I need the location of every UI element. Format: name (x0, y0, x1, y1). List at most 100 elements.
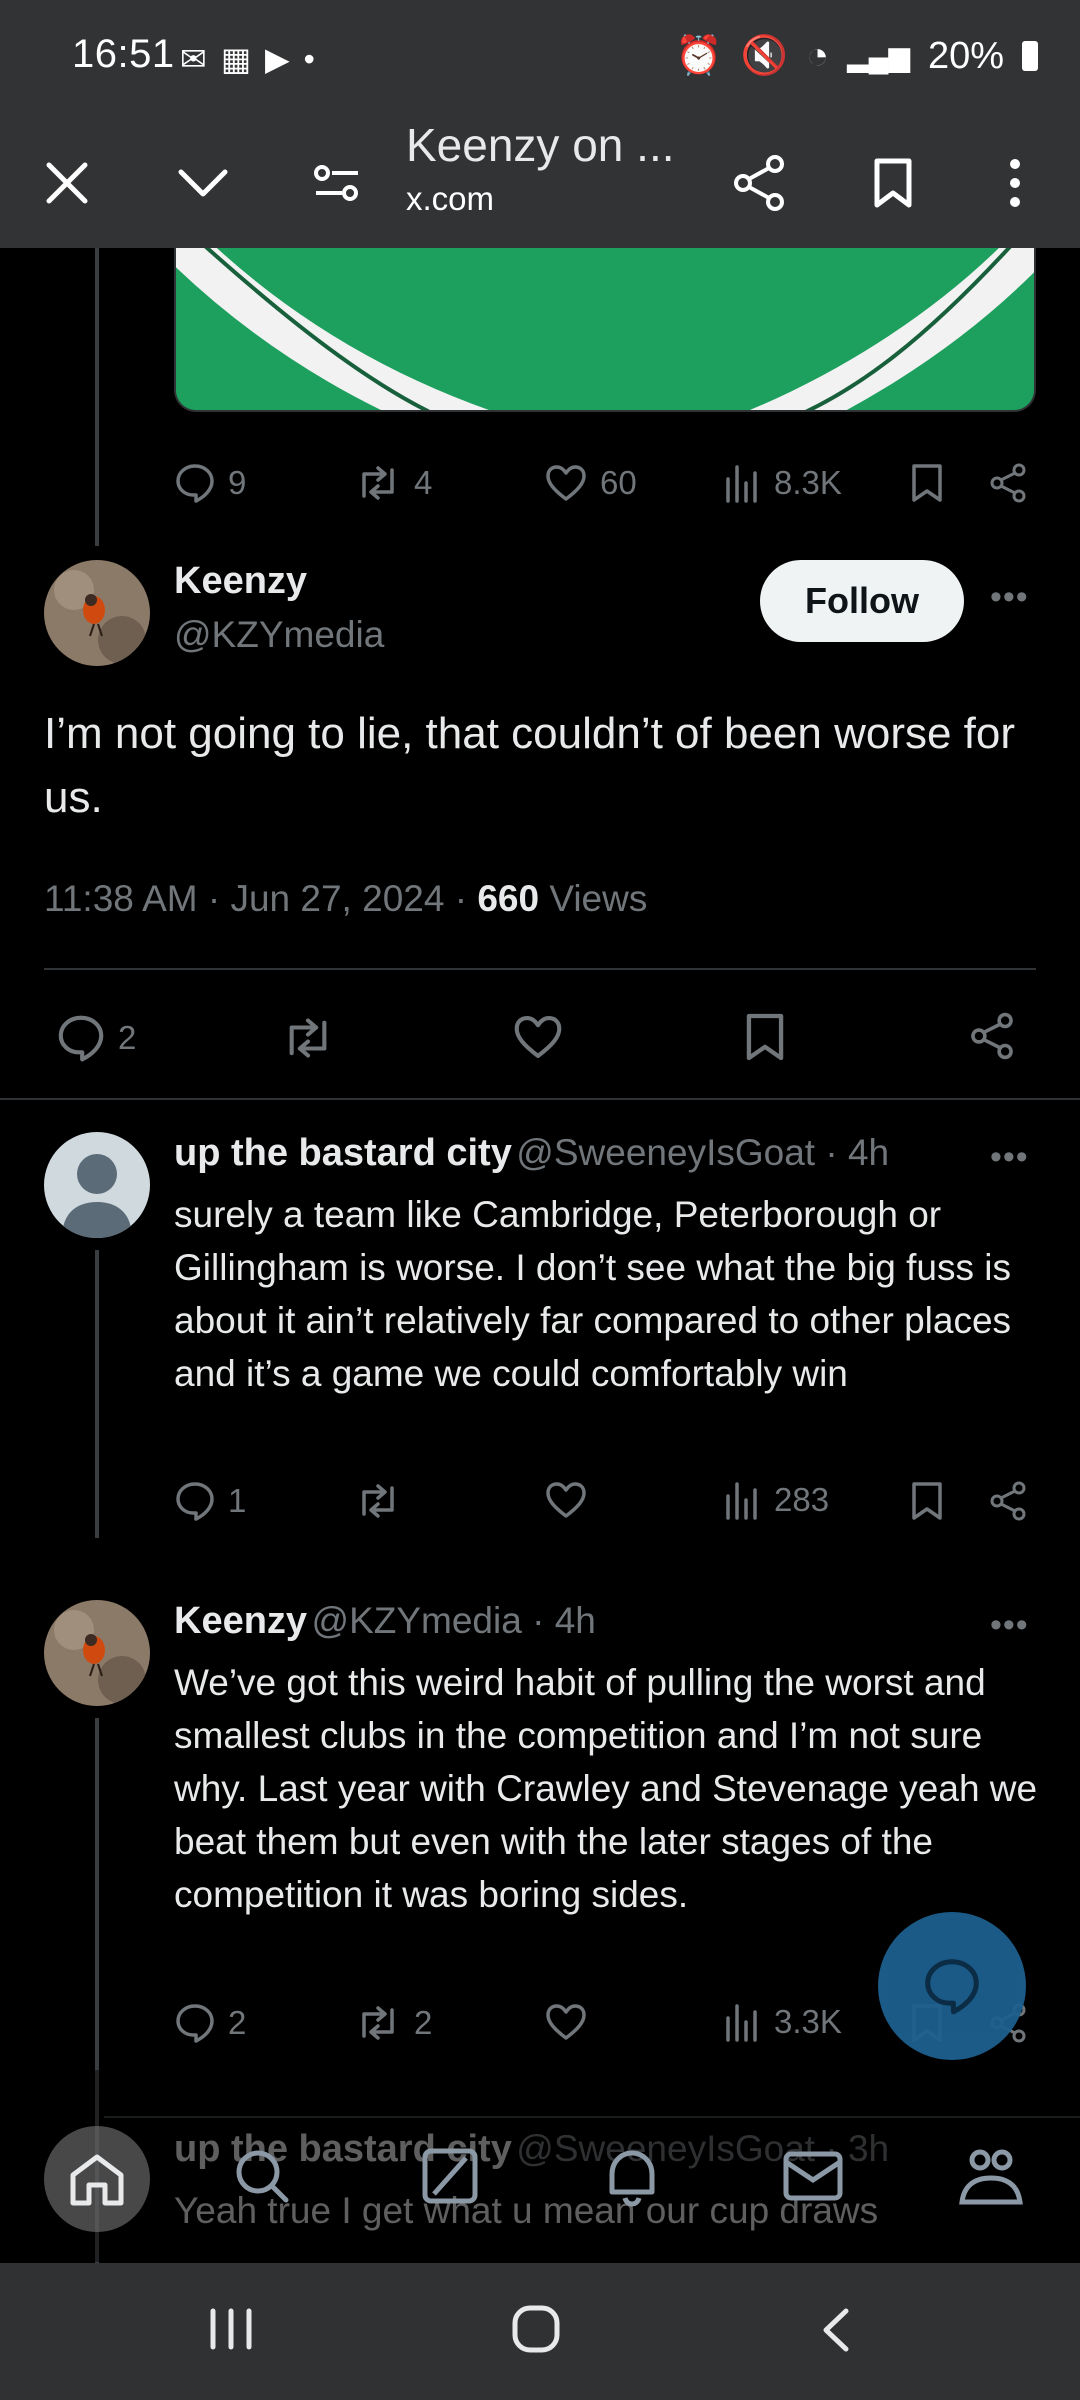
home-circle-icon (512, 2305, 560, 2353)
reply-header: Keenzy @KZYmedia · 4h (174, 1600, 1014, 1643)
communities-icon (959, 2149, 1023, 2205)
tune-icon (314, 165, 358, 201)
repost-icon (289, 1018, 327, 1058)
bookmark-icon (912, 464, 942, 502)
author-handle[interactable]: @SweeneyIsGoat (516, 1132, 815, 1173)
bookmark-icon (874, 158, 912, 208)
post-timestamp[interactable]: 11:38 AM · Jun 27, 2024 · (44, 878, 477, 919)
follow-button[interactable]: Follow (760, 560, 964, 642)
home-system-button[interactable] (510, 2303, 562, 2360)
compose-reply-button[interactable] (878, 1912, 1026, 2060)
like-button[interactable] (544, 1480, 588, 1520)
repost-button[interactable]: 4 (354, 462, 432, 504)
reply-button[interactable]: 2 (56, 1013, 136, 1063)
share-post-button[interactable] (968, 1011, 1016, 1061)
avatar[interactable] (44, 1600, 150, 1706)
page-title: Keenzy on ... (406, 119, 675, 171)
page-info-button[interactable] (292, 138, 382, 228)
divider (0, 1098, 1080, 1100)
mute-icon: 🔇 (740, 35, 789, 77)
like-button[interactable] (544, 2002, 588, 2042)
main-post-actions: 2 (44, 1003, 1036, 1073)
share-icon (990, 1481, 1026, 1521)
recents-icon (210, 2308, 252, 2350)
repost-button[interactable]: 2 (354, 2002, 432, 2044)
views-button[interactable]: 3.3K (724, 2002, 842, 2042)
home-icon (70, 2154, 124, 2206)
grok-icon (422, 2148, 478, 2204)
views-icon (726, 1482, 757, 1520)
reply-button[interactable]: 9 (174, 462, 246, 504)
more-options-button[interactable] (970, 138, 1060, 228)
bookmark-post-button[interactable] (910, 1480, 944, 1522)
robin-avatar-image (44, 1600, 150, 1706)
bookmark-button[interactable] (848, 138, 938, 228)
close-button[interactable] (22, 138, 112, 228)
bell-icon (609, 2150, 655, 2207)
repost-button[interactable] (280, 1013, 336, 1063)
dot-icon: • (303, 40, 315, 77)
view-count: 283 (774, 1481, 830, 1518)
bookmark-icon (912, 1482, 942, 1520)
reply-icon (176, 2004, 214, 2043)
author-handle[interactable]: @KZYmedia (174, 614, 384, 656)
share-post-button[interactable] (988, 462, 1028, 504)
mail-icon (783, 2151, 843, 2201)
search-icon (236, 2150, 289, 2203)
heart-icon (514, 1016, 562, 1058)
more-vertical-icon (1010, 159, 1020, 207)
share-button[interactable] (714, 138, 804, 228)
share-post-button[interactable] (988, 1480, 1028, 1522)
view-count: 8.3K (774, 464, 842, 501)
thread-line (95, 1250, 99, 1538)
views-label: Views (539, 878, 648, 919)
thread-line (95, 248, 99, 546)
search-tab[interactable] (232, 2146, 292, 2211)
recents-button[interactable] (206, 2307, 256, 2356)
reply-header: up the bastard city @SweeneyIsGoat · 4h (174, 1132, 1014, 1175)
author-handle[interactable]: @KZYmedia (312, 1600, 522, 1641)
grok-tab[interactable] (420, 2146, 480, 2211)
author-name[interactable]: up the bastard city (174, 1132, 512, 1174)
communities-tab[interactable] (956, 2146, 1026, 2211)
post-time: · 4h (815, 1132, 890, 1173)
repost-count: 2 (414, 2004, 433, 2041)
like-button[interactable]: 60 (544, 463, 637, 503)
back-button[interactable] (818, 2307, 854, 2358)
post-time: · 4h (521, 1600, 596, 1641)
reply-button[interactable]: 1 (174, 1480, 246, 1522)
repost-button[interactable] (354, 1480, 402, 1522)
heart-icon (546, 2004, 586, 2040)
close-icon (46, 162, 88, 204)
reply-count: 1 (228, 1482, 247, 1519)
post-text: We’ve got this weird habit of pulling th… (174, 1662, 1038, 1915)
like-button[interactable] (512, 1013, 564, 1061)
author-name[interactable]: Keenzy (174, 560, 307, 603)
views-icon (726, 2004, 757, 2042)
share-icon (971, 1012, 1013, 1060)
home-tab[interactable] (44, 2126, 150, 2232)
repost-icon (362, 466, 394, 500)
signal-icon: ▂▄▆ (847, 40, 910, 72)
post-more-button[interactable]: ••• (990, 1138, 1029, 1177)
author-name[interactable]: Keenzy (174, 1600, 307, 1642)
messages-tab[interactable] (782, 2150, 844, 2207)
views-icon (726, 465, 757, 503)
post-media-image[interactable] (174, 248, 1036, 412)
bookmark-post-button[interactable] (744, 1011, 786, 1063)
heart-icon (546, 465, 586, 501)
bookmark-post-button[interactable] (910, 462, 944, 504)
minimize-button[interactable] (158, 138, 248, 228)
views-button[interactable]: 8.3K (724, 463, 842, 503)
avatar[interactable] (44, 560, 150, 666)
gmail-icon: ✉ (180, 41, 207, 77)
notifications-tab[interactable] (602, 2146, 662, 2213)
views-button[interactable]: 283 (724, 1480, 829, 1520)
system-icons: ⏰ 🔇 ◔ ▂▄▆ 20% (675, 34, 1038, 78)
reply-button[interactable]: 2 (174, 2002, 246, 2044)
post-more-button[interactable]: ••• (990, 1606, 1029, 1645)
post-more-button[interactable]: ••• (990, 578, 1029, 617)
bookmark-icon (746, 1013, 784, 1061)
reply-icon (176, 1482, 214, 1521)
avatar[interactable] (44, 1132, 150, 1238)
